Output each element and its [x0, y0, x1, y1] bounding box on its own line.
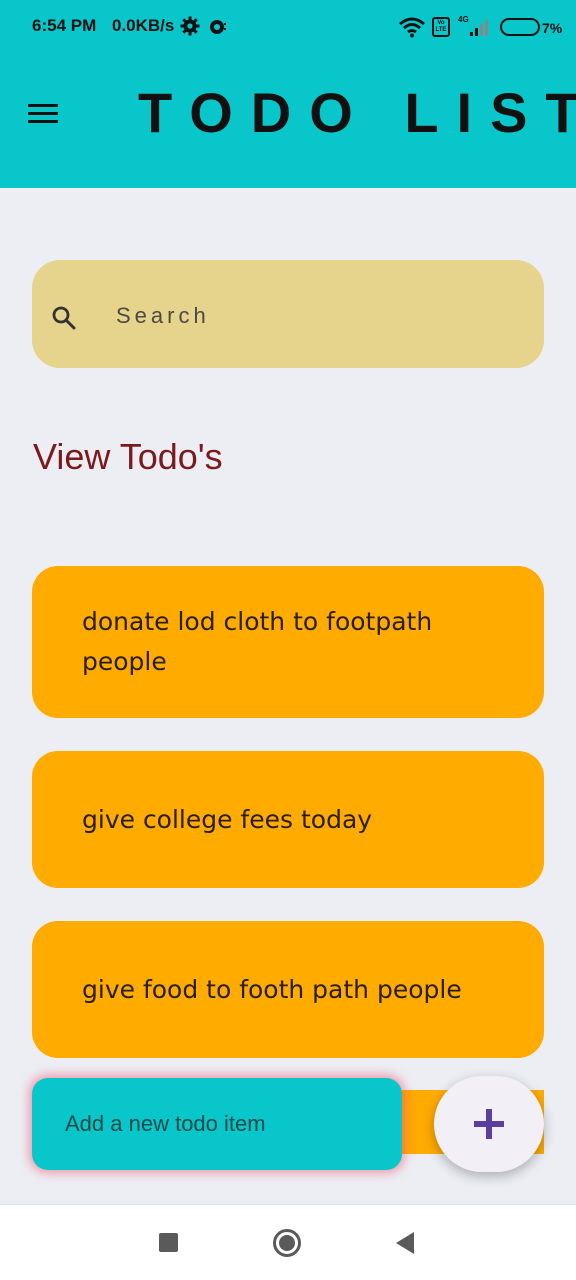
- search-icon: [52, 306, 76, 330]
- recent-apps-icon[interactable]: [159, 1233, 178, 1252]
- status-bar: 6:54 PM 0.0KB/s Vo LTE 4G 7%: [0, 0, 576, 56]
- volte-icon: Vo LTE: [432, 17, 450, 37]
- todo-item-text: give food to footh path people: [82, 974, 462, 1004]
- hamburger-menu-icon[interactable]: [28, 104, 60, 130]
- status-network-speed: 0.0KB/s: [112, 16, 175, 35]
- network-type-label: 4G: [458, 15, 469, 24]
- plus-icon: [474, 1109, 504, 1139]
- battery-percent: 7%: [542, 20, 563, 36]
- add-todo-button[interactable]: [434, 1076, 544, 1172]
- home-icon[interactable]: [273, 1229, 301, 1257]
- app-title: TODO LIST: [138, 81, 576, 144]
- search-input[interactable]: [116, 296, 516, 336]
- signal-icon: 4G: [458, 15, 488, 36]
- todo-item[interactable]: give food to footh path people: [32, 921, 544, 1058]
- system-navigation-bar: [0, 1204, 576, 1280]
- todo-item-text: donate lod cloth to footpath people: [82, 607, 433, 676]
- wifi-icon: [399, 17, 425, 38]
- notification-icon: [210, 20, 226, 34]
- back-icon[interactable]: [396, 1232, 414, 1254]
- battery-icon: [500, 18, 540, 36]
- app-header: 6:54 PM 0.0KB/s Vo LTE 4G 7% TODO LIST: [0, 0, 576, 188]
- todo-item[interactable]: give college fees today: [32, 751, 544, 888]
- add-todo-placeholder: Add a new todo item: [65, 1111, 266, 1136]
- todo-item[interactable]: donate lod cloth to footpath people: [32, 566, 544, 718]
- todo-item-text: give college fees today: [82, 804, 373, 834]
- add-todo-input[interactable]: Add a new todo item: [32, 1078, 402, 1170]
- status-time: 6:54 PM: [32, 16, 97, 35]
- section-title: View Todo's: [33, 436, 223, 477]
- gear-icon: [180, 16, 200, 36]
